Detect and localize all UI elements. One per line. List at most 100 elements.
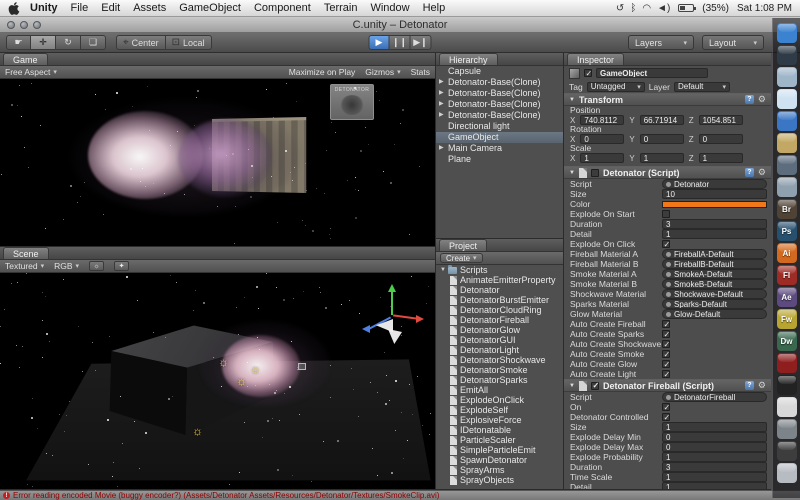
foldout-icon[interactable]: ▼	[569, 383, 575, 389]
object-picker-icon[interactable]	[666, 262, 671, 267]
menu-item[interactable]: File	[71, 2, 89, 14]
foldout-icon[interactable]: ▼	[440, 265, 448, 275]
hand-tool-button[interactable]: ☛	[6, 35, 31, 50]
project-item[interactable]: DetonatorSmoke	[436, 365, 563, 375]
project-item[interactable]: DetonatorCloudRing	[436, 305, 563, 315]
tab-scene[interactable]: Scene	[3, 247, 49, 259]
gear-icon[interactable]: ⚙	[758, 94, 766, 105]
gameobject-name-field[interactable]: GameObject	[596, 68, 708, 78]
status-bar[interactable]: ! Error reading encoded Movie (buggy enc…	[0, 490, 800, 500]
project-item[interactable]: DetonatorFireball	[436, 315, 563, 325]
dock-icon-bridge[interactable]: Br	[777, 199, 797, 219]
foldout-icon[interactable]: ▼	[569, 97, 575, 103]
rotate-tool-button[interactable]: ↻	[56, 35, 81, 50]
bluetooth-icon[interactable]: ᛒ	[630, 3, 636, 14]
project-item[interactable]: DetonatorGUI	[436, 335, 563, 345]
value-field[interactable]: 1	[662, 229, 767, 239]
object-picker-icon[interactable]	[666, 252, 671, 257]
volume-icon[interactable]: ◄)	[657, 3, 670, 14]
hierarchy-item[interactable]: ▶ Detonator-Base(Clone)	[436, 110, 563, 121]
dock-icon-photoshop[interactable]: Ps	[777, 221, 797, 241]
project-item[interactable]: ExplosiveForce	[436, 415, 563, 425]
rotation-z-field[interactable]: 0	[699, 134, 743, 144]
close-button[interactable]	[7, 21, 15, 29]
color-field[interactable]	[662, 201, 767, 208]
property-checkbox[interactable]	[662, 413, 670, 421]
object-picker-icon[interactable]	[666, 292, 671, 297]
value-field[interactable]: 1	[662, 452, 767, 462]
hierarchy-item[interactable]: ▶ GameObject	[436, 132, 563, 143]
dock-icon-after-effects[interactable]: Ae	[777, 287, 797, 307]
dock-icon-itunes[interactable]	[777, 111, 797, 131]
position-y-field[interactable]: 66.71914	[640, 115, 684, 125]
object-picker-icon[interactable]	[666, 302, 671, 307]
object-picker-icon[interactable]	[666, 272, 671, 277]
object-field[interactable]: Glow-Default	[662, 309, 767, 319]
value-field[interactable]: 0	[662, 442, 767, 452]
dock-icon-fireworks[interactable]: Fw	[777, 309, 797, 329]
value-field[interactable]: 3	[662, 462, 767, 472]
help-icon[interactable]: ?	[745, 381, 754, 390]
project-item[interactable]: DetonatorSparks	[436, 375, 563, 385]
gizmos-dropdown[interactable]: Gizmos ▾	[365, 67, 400, 77]
stats-button[interactable]: Stats	[411, 67, 430, 77]
project-item[interactable]: DetonatorLight	[436, 345, 563, 355]
foldout-icon[interactable]: ▼	[569, 170, 575, 176]
project-item[interactable]: DetonatorBurstEmitter	[436, 295, 563, 305]
property-checkbox[interactable]	[662, 340, 670, 348]
property-checkbox[interactable]	[662, 360, 670, 368]
dock-icon-terminal[interactable]	[777, 375, 797, 395]
tab-project[interactable]: Project	[439, 239, 487, 251]
object-field[interactable]: Shockwave-Default	[662, 289, 767, 299]
dock-icon-dashboard[interactable]	[777, 45, 797, 65]
project-item[interactable]: IDetonatable	[436, 425, 563, 435]
property-checkbox[interactable]	[662, 370, 670, 378]
object-field[interactable]: FireballA-Default	[662, 249, 767, 259]
scale-x-field[interactable]: 1	[580, 153, 624, 163]
local-space-button[interactable]: ⊡ Local	[166, 35, 212, 50]
menu-unity[interactable]: Unity	[30, 2, 58, 14]
dock-icon-textedit[interactable]	[777, 397, 797, 417]
property-checkbox[interactable]	[662, 320, 670, 328]
game-viewport[interactable]: DETONATOR	[0, 79, 435, 246]
aspect-dropdown[interactable]: Free Aspect ▾	[5, 67, 57, 77]
scale-y-field[interactable]: 1	[640, 153, 684, 163]
scene-lighting-toggle[interactable]: ☼	[89, 261, 104, 271]
light-gizmo-icon[interactable]: ☼	[218, 357, 229, 367]
object-field[interactable]: FireballB-Default	[662, 259, 767, 269]
value-field[interactable]: 10	[662, 189, 767, 199]
play-button[interactable]: ▶	[369, 35, 390, 50]
gameobject-active-checkbox[interactable]	[584, 69, 592, 77]
object-field[interactable]: DetonatorFireball	[662, 392, 767, 402]
hierarchy-item[interactable]: ▶ Detonator-Base(Clone)	[436, 99, 563, 110]
dock-icon-system-preferences[interactable]	[777, 419, 797, 439]
disclosure-triangle-icon[interactable]: ▶	[439, 77, 448, 88]
dock-icon-mail[interactable]	[777, 67, 797, 87]
project-item[interactable]: Detonator	[436, 285, 563, 295]
disclosure-triangle-icon[interactable]: ▶	[439, 88, 448, 99]
dock-icon-unity[interactable]	[777, 441, 797, 461]
object-field[interactable]: SmokeB-Default	[662, 279, 767, 289]
dock-icon-dreamweaver[interactable]: Dw	[777, 331, 797, 351]
help-icon[interactable]: ?	[745, 168, 754, 177]
property-checkbox[interactable]	[662, 403, 670, 411]
object-picker-icon[interactable]	[666, 312, 671, 317]
object-field[interactable]: SmokeA-Default	[662, 269, 767, 279]
hierarchy-item[interactable]: ▶ Capsule	[436, 66, 563, 77]
dock-icon-acrobat[interactable]	[777, 353, 797, 373]
menu-item[interactable]: Assets	[133, 2, 166, 14]
gui-gizmo-icon[interactable]	[298, 363, 306, 370]
project-item[interactable]: DetonatorShockwave	[436, 355, 563, 365]
light-gizmo-icon[interactable]: ☼	[250, 364, 261, 374]
menubar-clock[interactable]: Sat 1:08 PM	[737, 3, 792, 14]
value-field[interactable]: 1	[662, 482, 767, 489]
layers-dropdown[interactable]: Layers ▾	[628, 35, 694, 50]
project-folder-scripts[interactable]: ▼ Scripts	[436, 265, 563, 275]
move-tool-button[interactable]: ✛	[31, 35, 56, 50]
pause-button[interactable]: ❙❙	[390, 35, 411, 50]
value-field[interactable]: 3	[662, 219, 767, 229]
hierarchy-item[interactable]: ▶ Plane	[436, 154, 563, 165]
apple-menu-icon[interactable]	[8, 2, 20, 14]
scale-z-field[interactable]: 1	[699, 153, 743, 163]
step-button[interactable]: ▶❙	[411, 35, 432, 50]
